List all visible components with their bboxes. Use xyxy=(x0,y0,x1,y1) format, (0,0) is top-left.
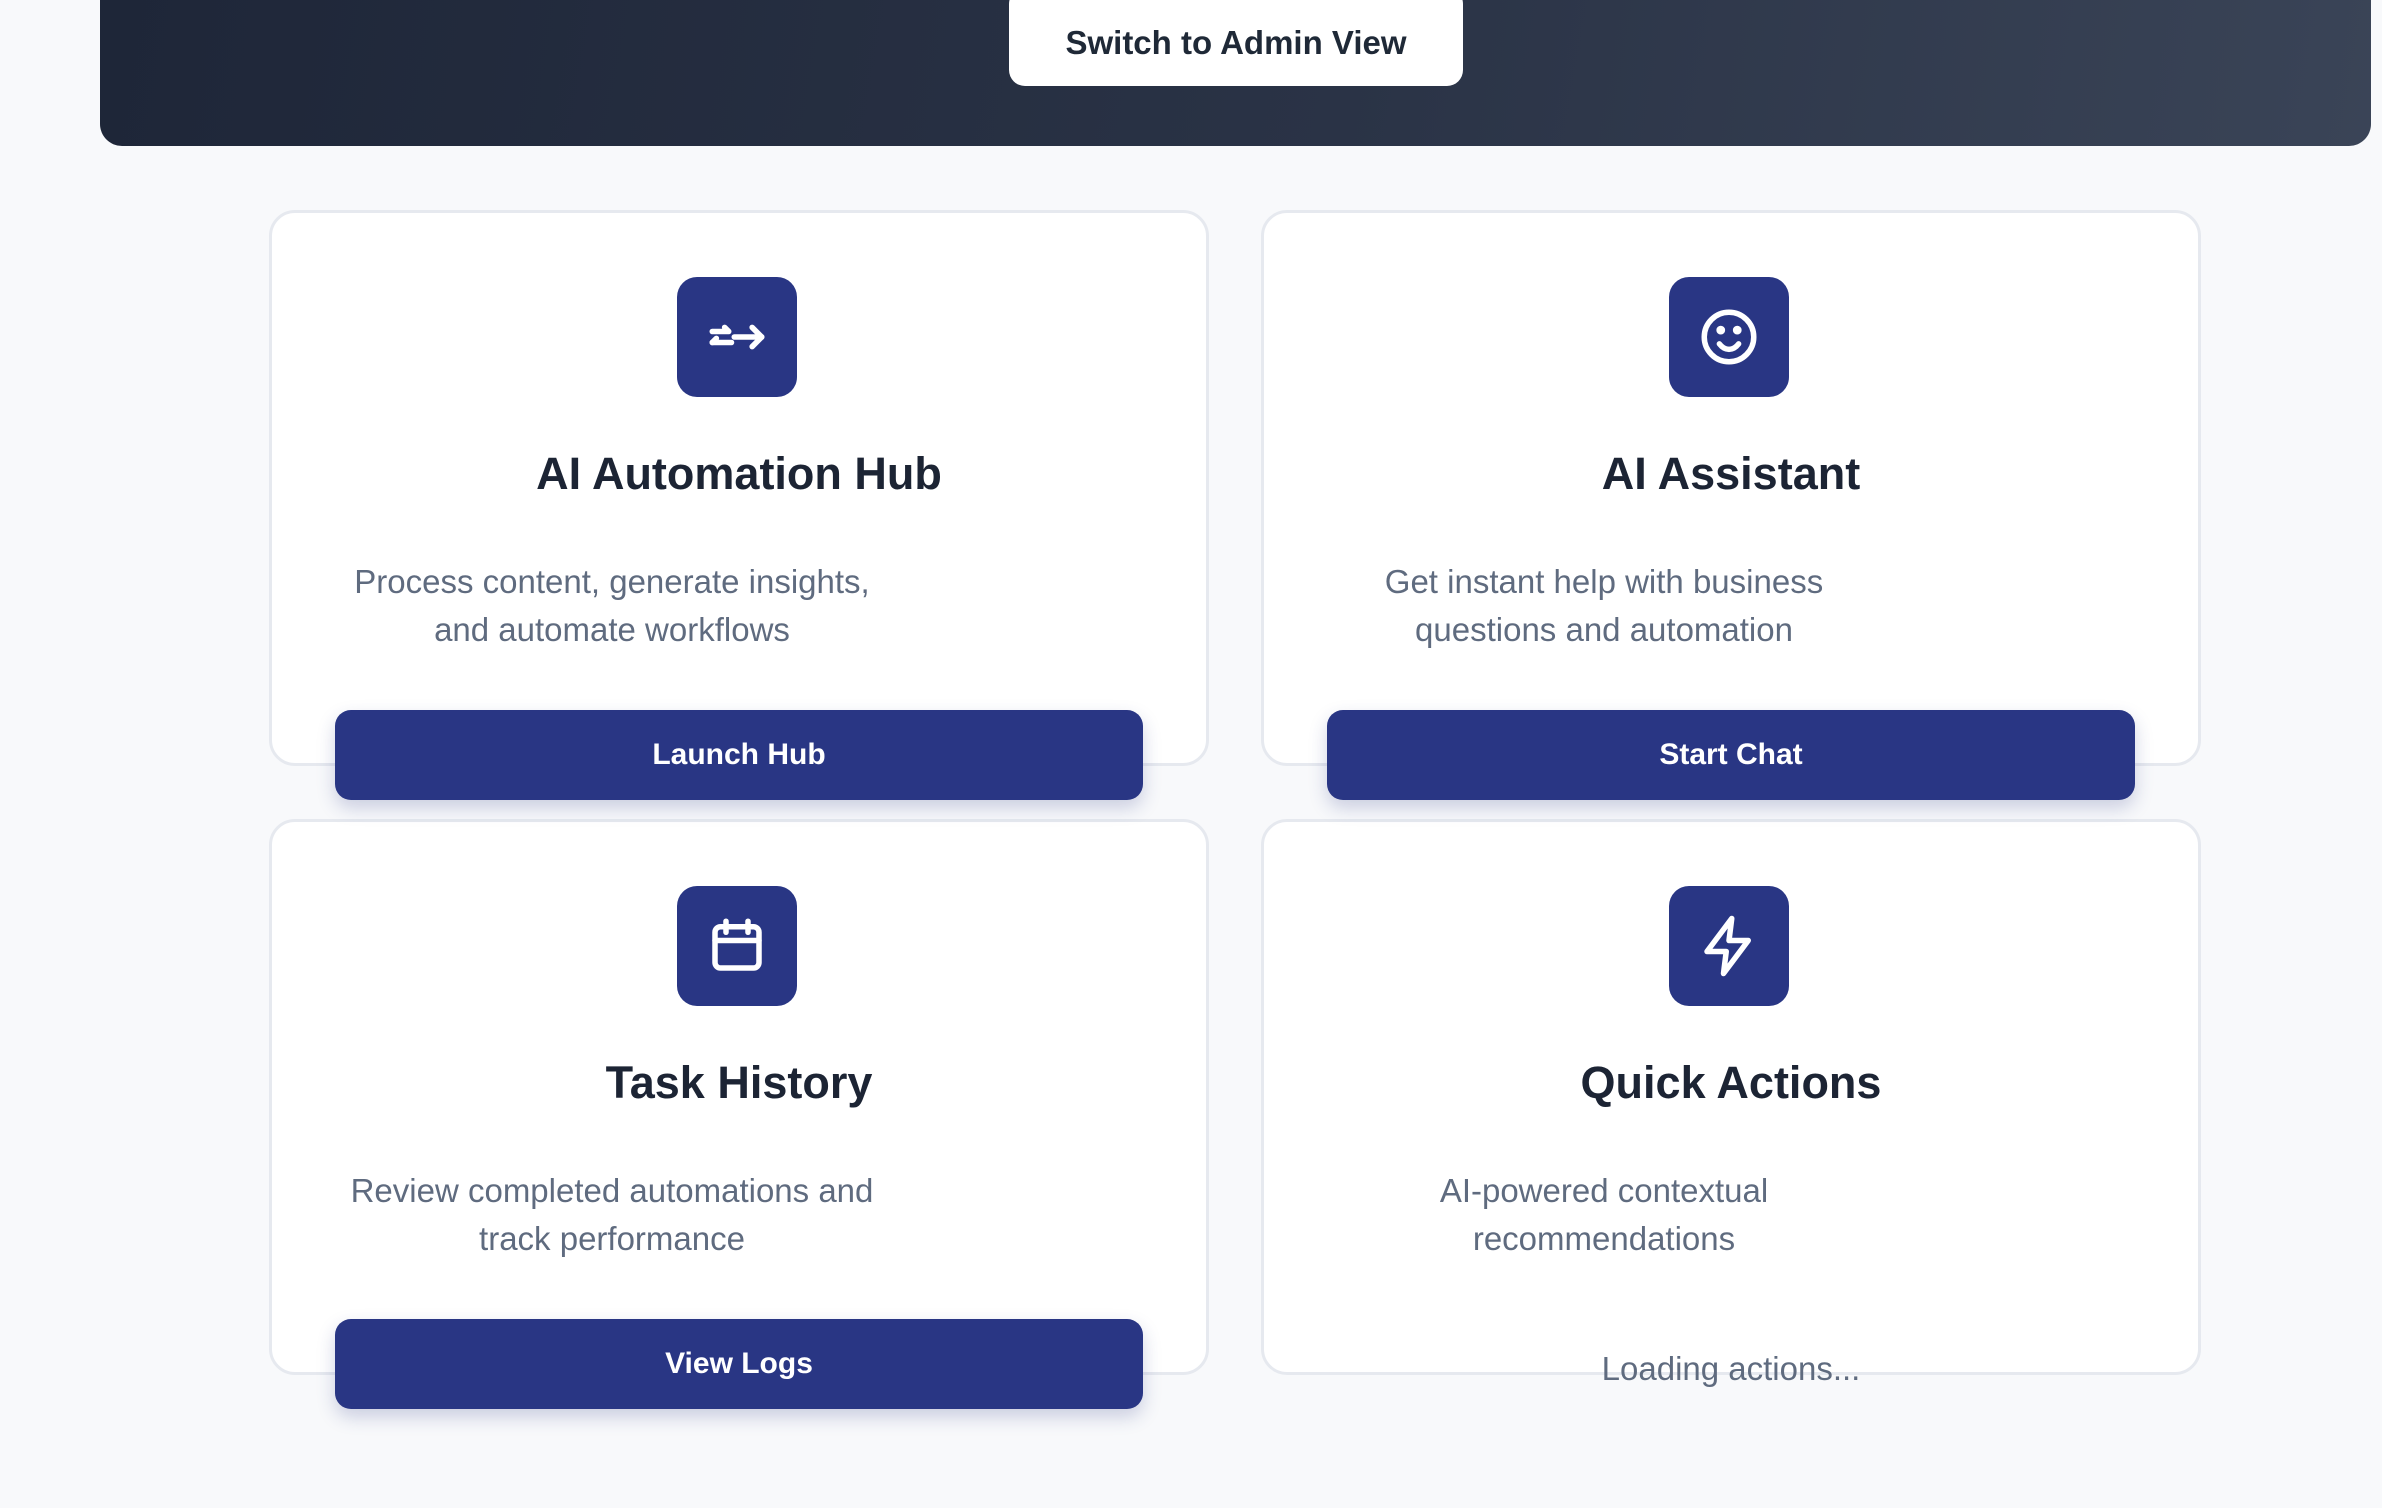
card-title: Task History xyxy=(605,1057,873,1108)
card-quick-actions: Quick Actions AI-powered contextual reco… xyxy=(1261,819,2201,1387)
card-ai-assistant: AI Assistant Get instant help with busin… xyxy=(1261,210,2201,800)
card-ai-automation-hub: AI Automation Hub Process content, gener… xyxy=(269,210,1209,800)
start-chat-button[interactable]: Start Chat xyxy=(1327,710,2135,800)
route-arrow-icon xyxy=(677,277,797,397)
loading-status: Loading actions... xyxy=(1601,1350,1861,1387)
card-title: AI Automation Hub xyxy=(536,448,942,499)
card-description: Review completed automations and track p… xyxy=(350,1172,874,1257)
lightning-icon xyxy=(1669,886,1789,1006)
card-title: Quick Actions xyxy=(1580,1057,1882,1108)
card-description: Get instant help with business questions… xyxy=(1384,563,1824,648)
switch-admin-view-button[interactable]: Switch to Admin View xyxy=(1009,0,1463,86)
card-title: AI Assistant xyxy=(1601,448,1861,499)
card-description: AI-powered contextual recommendations xyxy=(1439,1172,1769,1257)
calendar-icon xyxy=(677,886,797,1006)
card-task-history: Task History Review completed automation… xyxy=(269,819,1209,1409)
smiley-icon xyxy=(1669,277,1789,397)
launch-hub-button[interactable]: Launch Hub xyxy=(335,710,1143,800)
card-description: Process content, generate insights, and … xyxy=(354,563,870,648)
view-logs-button[interactable]: View Logs xyxy=(335,1319,1143,1409)
